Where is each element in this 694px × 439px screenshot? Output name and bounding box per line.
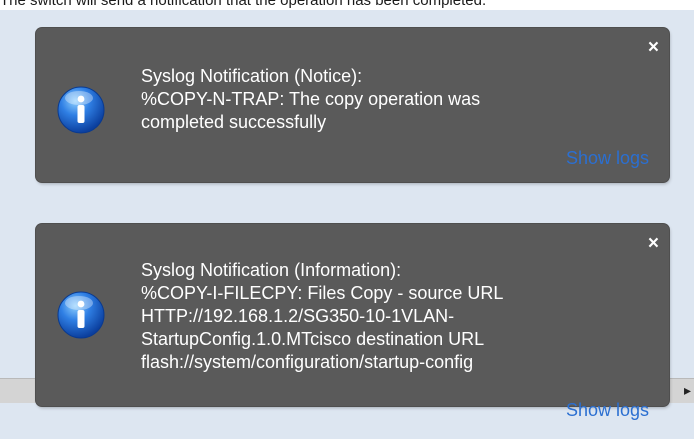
info-icon	[57, 86, 105, 134]
close-icon[interactable]: ×	[648, 38, 659, 57]
syslog-notification-information: × Syslog Notification (Information): %CO…	[36, 224, 669, 420]
notification-line: %COPY-I-FILECPY: Files Copy - source URL	[141, 283, 504, 303]
notification-line: flash://system/configuration/startup-con…	[141, 352, 474, 372]
syslog-notification-notice: × Syslog Notification (Notice): %COPY-N-…	[36, 28, 669, 182]
show-logs-link[interactable]: Show logs	[566, 148, 649, 168]
scroll-right-arrow-icon[interactable]: ▸	[684, 381, 694, 399]
notification-message: Syslog Notification (Notice): %COPY-N-TR…	[141, 65, 651, 134]
caption-text: The switch will send a notification that…	[0, 0, 487, 9]
info-icon	[57, 291, 105, 339]
notification-line: %COPY-N-TRAP: The copy operation was	[141, 89, 481, 109]
notification-title: Syslog Notification (Information):	[141, 260, 402, 280]
notification-line: StartupConfig.1.0.MTcisco destination UR…	[141, 329, 485, 349]
caption-text-container: The switch will send a notification that…	[0, 0, 694, 10]
show-logs-link[interactable]: Show logs	[566, 400, 649, 420]
notification-line: HTTP://192.168.1.2/SG350-10-1VLAN-	[141, 306, 455, 326]
notification-message: Syslog Notification (Information): %COPY…	[141, 259, 651, 374]
notification-line: completed successfully	[141, 112, 327, 132]
close-icon[interactable]: ×	[648, 234, 659, 253]
notification-title: Syslog Notification (Notice):	[141, 66, 363, 86]
